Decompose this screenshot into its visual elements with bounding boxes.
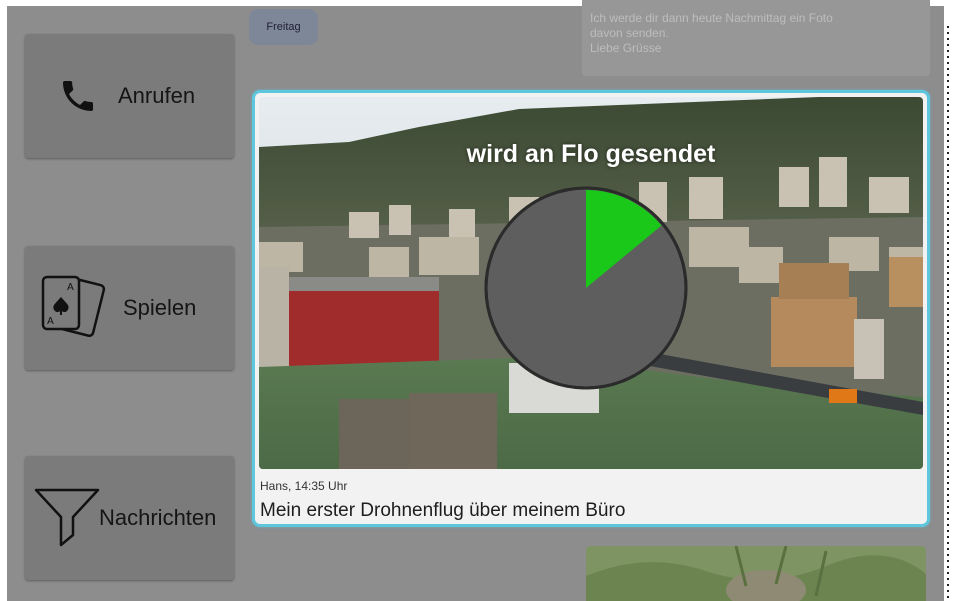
messages-filter-button[interactable]: Nachrichten bbox=[25, 456, 234, 580]
previous-message-line: Ich werde dir dann heute Nachmittag ein … bbox=[590, 11, 833, 25]
send-progress-pie bbox=[484, 186, 688, 390]
call-label: Anrufen bbox=[118, 83, 196, 108]
message-author-time: Hans, 14:35 Uhr bbox=[260, 479, 348, 493]
screen-border-left bbox=[0, 0, 7, 601]
scrollbar-track[interactable] bbox=[947, 26, 949, 601]
messages-label: Nachrichten bbox=[99, 505, 217, 530]
day-separator: Freitag bbox=[249, 9, 318, 45]
phone-icon bbox=[63, 81, 93, 111]
play-label: Spielen bbox=[123, 295, 197, 320]
call-button[interactable]: Anrufen bbox=[25, 34, 234, 158]
selected-photo-message[interactable]: wird an Flo gesendet Hans, 14:35 Uhr Mei… bbox=[252, 90, 930, 527]
next-message-photo[interactable] bbox=[586, 546, 926, 601]
previous-message[interactable]: Ich werde dir dann heute Nachmittag ein … bbox=[582, 0, 930, 76]
previous-message-line: davon senden. bbox=[590, 26, 669, 40]
next-photo-image bbox=[586, 546, 926, 601]
sending-status: wird an Flo gesendet bbox=[466, 140, 716, 168]
filter-icon bbox=[34, 488, 100, 547]
previous-message-line: Liebe Grüsse bbox=[590, 41, 662, 55]
message-caption: Mein erster Drohnenflug über meinem Büro bbox=[260, 500, 626, 521]
svg-text:A: A bbox=[47, 316, 54, 327]
day-label: Freitag bbox=[266, 21, 301, 33]
message-photo: wird an Flo gesendet bbox=[259, 97, 923, 469]
svg-text:A: A bbox=[67, 282, 74, 293]
play-button[interactable]: A A Spielen bbox=[25, 246, 234, 370]
screen-border-right bbox=[944, 0, 954, 601]
playing-cards-icon: A A bbox=[41, 275, 106, 337]
previous-message-line bbox=[590, 0, 922, 11]
